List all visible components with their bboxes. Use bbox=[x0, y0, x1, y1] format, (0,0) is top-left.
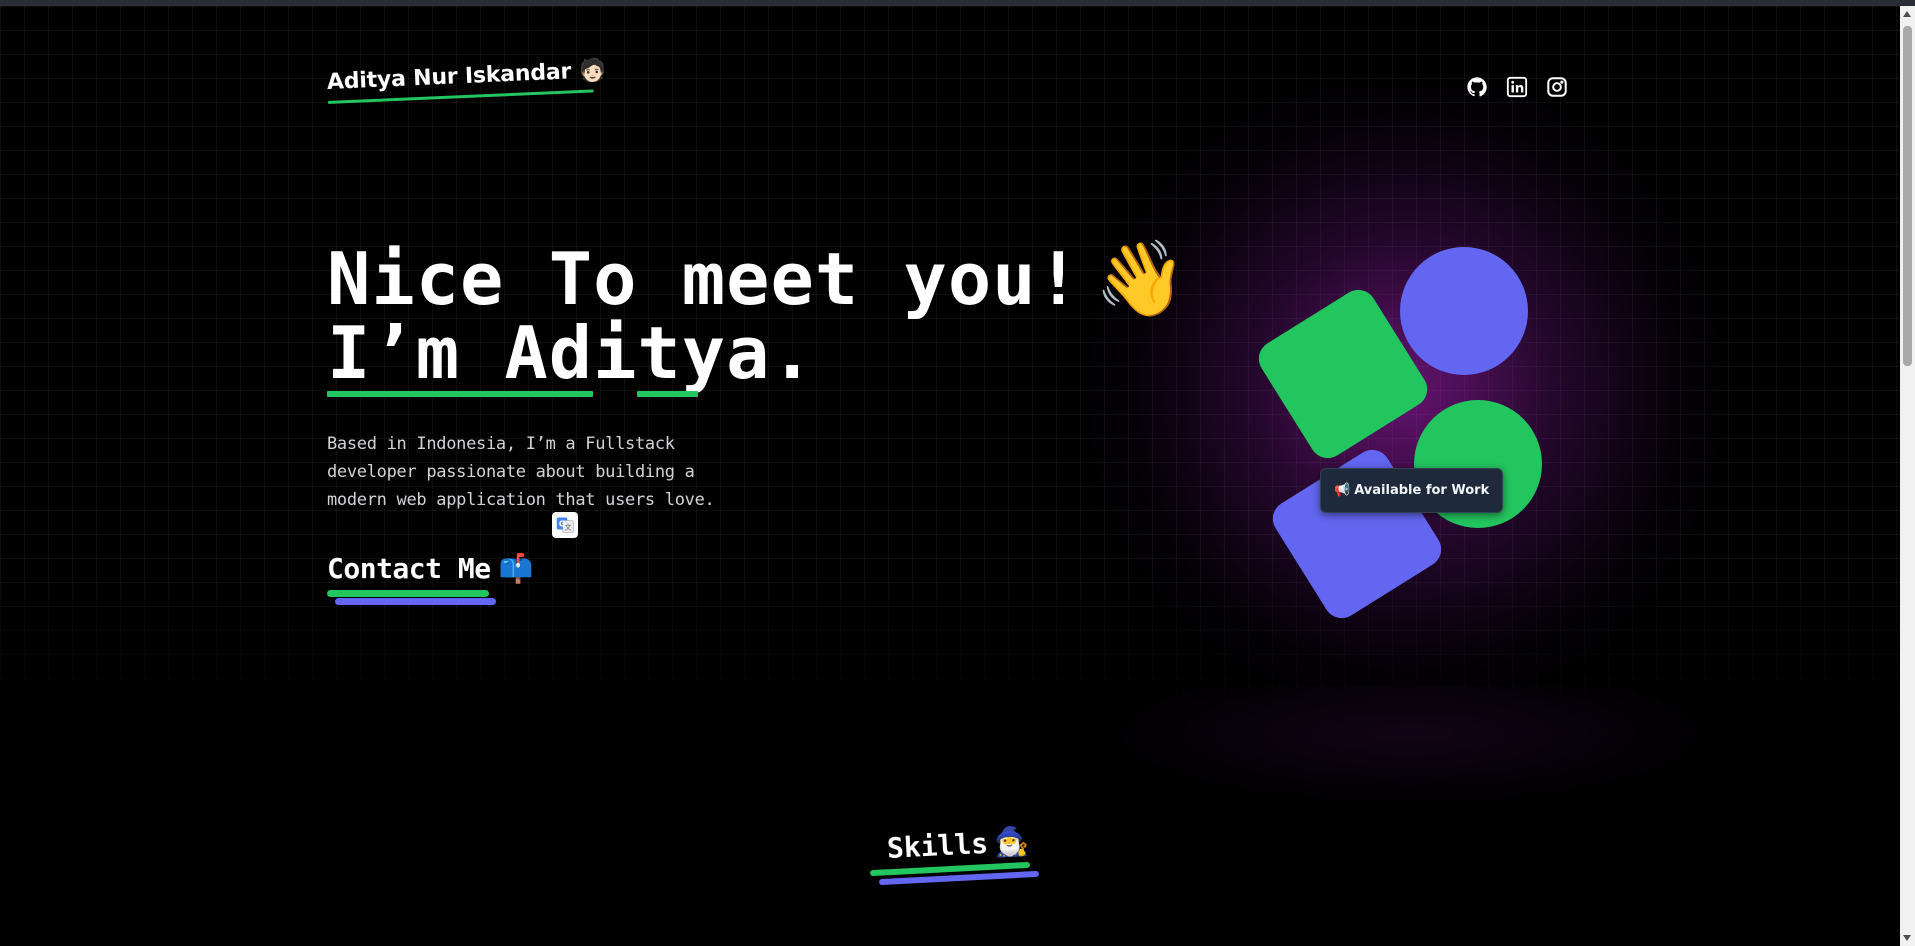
instagram-icon bbox=[1547, 77, 1567, 97]
scroll-up-arrow-icon[interactable] bbox=[1903, 11, 1911, 17]
translate-icon: G 文 bbox=[556, 517, 574, 533]
purple-glow-fade bbox=[1100, 686, 1720, 806]
brand-name: Aditya Nur Iskandar bbox=[326, 58, 572, 95]
indigo-circle-shape bbox=[1400, 247, 1528, 375]
google-translate-button[interactable]: G 文 bbox=[552, 512, 578, 538]
waving-hand-emoji: 👋 bbox=[1094, 236, 1189, 322]
wizard-emoji: 🧙‍♂️ bbox=[993, 824, 1030, 860]
brand-avatar-emoji: 🧑🏻 bbox=[578, 57, 608, 84]
hero-bio: Based in Indonesia, I’m a Fullstack deve… bbox=[327, 434, 715, 510]
hero-heading: Nice To meet you! 👋 I’m Aditya. bbox=[327, 242, 1188, 397]
linkedin-link[interactable] bbox=[1506, 76, 1528, 98]
available-for-work-badge: 📢 Available for Work bbox=[1320, 468, 1504, 513]
hero-line-1: Nice To meet you! 👋 bbox=[327, 242, 1188, 316]
github-link[interactable] bbox=[1466, 76, 1488, 98]
svg-text:文: 文 bbox=[565, 523, 572, 532]
hero-line-2: I’m Aditya. bbox=[327, 316, 815, 397]
github-icon bbox=[1467, 77, 1487, 97]
name-underline-tail bbox=[637, 391, 698, 397]
scroll-down-arrow-icon[interactable] bbox=[1903, 935, 1911, 941]
hero-name: I’m Aditya. bbox=[327, 311, 815, 395]
scroll-thumb[interactable] bbox=[1903, 26, 1912, 366]
linkedin-icon bbox=[1506, 76, 1528, 98]
megaphone-emoji: 📢 bbox=[1334, 483, 1351, 498]
contact-me-link[interactable]: Contact Me 📫 bbox=[327, 552, 533, 585]
skills-title: Skills bbox=[886, 826, 989, 865]
contact-me-label: Contact Me bbox=[327, 552, 491, 585]
page-scrollbar[interactable] bbox=[1900, 6, 1915, 946]
skills-heading: Skills 🧙‍♂️ bbox=[886, 825, 1030, 865]
contact-underline-green bbox=[327, 590, 489, 597]
hero-greeting: Nice To meet you! bbox=[327, 237, 1081, 321]
page: Aditya Nur Iskandar 🧑🏻 Nice To meet you!… bbox=[0, 6, 1900, 946]
social-links bbox=[1466, 76, 1568, 98]
badge-label: Available for Work bbox=[1354, 483, 1490, 498]
mailbox-emoji: 📫 bbox=[498, 552, 534, 585]
instagram-link[interactable] bbox=[1546, 76, 1568, 98]
contact-underline-indigo bbox=[335, 598, 496, 605]
name-underline bbox=[327, 391, 593, 397]
